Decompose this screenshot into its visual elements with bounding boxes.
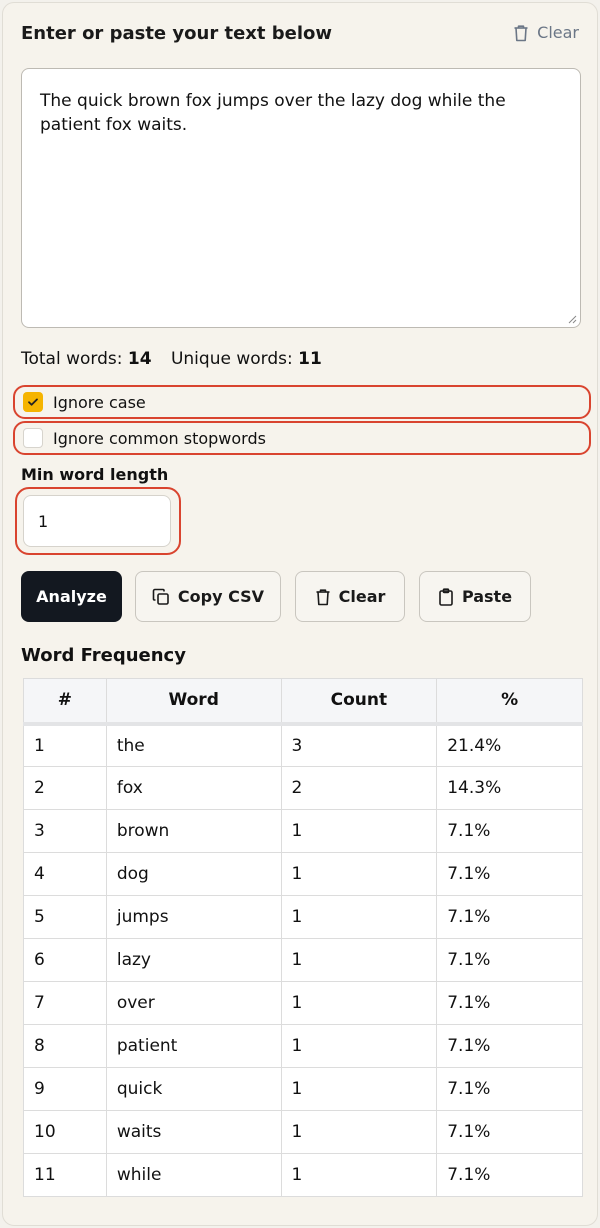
word-cell: dog: [105, 852, 282, 896]
rank-cell: 4: [23, 852, 107, 896]
word-cell: the: [105, 723, 282, 767]
count-cell: 3: [280, 723, 438, 767]
ignore-stopwords-option[interactable]: Ignore common stopwords: [13, 421, 591, 455]
copy-icon: [152, 588, 169, 605]
copy-csv-button[interactable]: Copy CSV: [135, 571, 281, 622]
word-stats: Total words: 14 Unique words: 11: [21, 349, 322, 369]
rank-cell: 5: [23, 895, 107, 939]
trash-icon: [514, 24, 528, 41]
copy-csv-label: Copy CSV: [177, 587, 265, 606]
header-clear-button[interactable]: Clear: [513, 23, 579, 42]
word-cell: lazy: [105, 938, 282, 982]
percent-cell: 7.1%: [436, 1153, 583, 1197]
word-frequency-panel: Enter or paste your text below Clear The…: [2, 2, 598, 1226]
table-row: 5 jumps 1 7.1%: [23, 895, 583, 939]
table-row: 9 quick 1 7.1%: [23, 1067, 583, 1111]
total-words-label: Total words:: [21, 349, 123, 369]
count-cell: 1: [280, 895, 438, 939]
table-row: 10 waits 1 7.1%: [23, 1110, 583, 1154]
paste-label: Paste: [461, 587, 513, 606]
table-row: 11 while 1 7.1%: [23, 1153, 583, 1197]
word-cell: quick: [105, 1067, 282, 1111]
count-cell: 1: [280, 1067, 438, 1111]
unique-words-label: Unique words:: [170, 349, 293, 369]
clipboard-icon: [439, 587, 453, 606]
count-cell: 2: [280, 766, 438, 810]
text-input-value: The quick brown fox jumps over the lazy …: [40, 91, 506, 135]
min-word-length-input[interactable]: [23, 495, 171, 547]
column-header-word[interactable]: Word: [105, 678, 282, 726]
table-row: 6 lazy 1 7.1%: [23, 938, 583, 982]
analyze-label: Analyze: [36, 587, 107, 606]
page-title: Enter or paste your text below: [21, 23, 333, 44]
rank-cell: 9: [23, 1067, 107, 1111]
column-header-count[interactable]: Count: [280, 678, 438, 726]
resize-grip-icon[interactable]: [567, 314, 577, 324]
count-cell: 1: [280, 938, 438, 982]
word-frequency-table: # Word Count % 1 the 3 21.4% 2 fox 2 14.3% 3 brow…: [23, 678, 583, 1197]
word-cell: patient: [105, 1024, 282, 1068]
min-word-length-highlight: [15, 487, 181, 555]
min-word-length-label: Min word length: [21, 465, 169, 484]
count-cell: 1: [280, 981, 438, 1025]
percent-cell: 7.1%: [436, 981, 583, 1025]
rank-cell: 8: [23, 1024, 107, 1068]
ignore-case-checkbox[interactable]: [23, 392, 43, 412]
table-row: 8 patient 1 7.1%: [23, 1024, 583, 1068]
table-row: 2 fox 2 14.3%: [23, 766, 583, 810]
rank-cell: 7: [23, 981, 107, 1025]
rank-cell: 11: [23, 1153, 107, 1197]
analyze-button[interactable]: Analyze: [21, 571, 122, 622]
table-body: 1 the 3 21.4% 2 fox 2 14.3% 3 brown 1 7.1% 4 dog 1 7.1%…: [23, 723, 583, 1197]
word-cell: waits: [105, 1110, 282, 1154]
percent-cell: 14.3%: [436, 766, 583, 810]
count-cell: 1: [280, 1024, 438, 1068]
table-row: 3 brown 1 7.1%: [23, 809, 583, 853]
table-row: 7 over 1 7.1%: [23, 981, 583, 1025]
table-row: 4 dog 1 7.1%: [23, 852, 583, 896]
column-header-rank[interactable]: #: [23, 678, 107, 726]
text-input[interactable]: The quick brown fox jumps over the lazy …: [21, 68, 581, 328]
count-cell: 1: [280, 1110, 438, 1154]
percent-cell: 7.1%: [436, 1067, 583, 1111]
word-cell: brown: [105, 809, 282, 853]
total-words-value: 14: [127, 349, 152, 369]
count-cell: 1: [280, 1153, 438, 1197]
count-cell: 1: [280, 809, 438, 853]
percent-cell: 7.1%: [436, 1110, 583, 1154]
percent-cell: 7.1%: [436, 852, 583, 896]
paste-button[interactable]: Paste: [419, 571, 531, 622]
word-cell: fox: [105, 766, 282, 810]
word-cell: while: [105, 1153, 282, 1197]
percent-cell: 7.1%: [436, 895, 583, 939]
count-cell: 1: [280, 852, 438, 896]
ignore-case-label: Ignore case: [53, 392, 146, 412]
rank-cell: 10: [23, 1110, 107, 1154]
percent-cell: 21.4%: [436, 723, 583, 767]
table-row: 1 the 3 21.4%: [23, 723, 583, 767]
percent-cell: 7.1%: [436, 938, 583, 982]
table-header-row: # Word Count %: [23, 678, 583, 726]
percent-cell: 7.1%: [436, 1024, 583, 1068]
rank-cell: 1: [23, 723, 107, 767]
header: Enter or paste your text below Clear: [21, 21, 579, 51]
check-icon: [28, 398, 38, 406]
word-cell: over: [105, 981, 282, 1025]
word-cell: jumps: [105, 895, 282, 939]
rank-cell: 6: [23, 938, 107, 982]
ignore-stopwords-checkbox[interactable]: [23, 428, 43, 448]
rank-cell: 2: [23, 766, 107, 810]
rank-cell: 3: [23, 809, 107, 853]
header-clear-label: Clear: [537, 23, 579, 42]
ignore-stopwords-label: Ignore common stopwords: [53, 428, 266, 448]
clear-label: Clear: [338, 587, 386, 606]
trash-icon: [316, 588, 330, 605]
clear-button[interactable]: Clear: [295, 571, 405, 622]
word-frequency-title: Word Frequency: [21, 645, 186, 666]
ignore-case-option[interactable]: Ignore case: [13, 385, 591, 419]
unique-words-value: 11: [298, 349, 322, 369]
percent-cell: 7.1%: [436, 809, 583, 853]
column-header-percent[interactable]: %: [436, 678, 583, 726]
